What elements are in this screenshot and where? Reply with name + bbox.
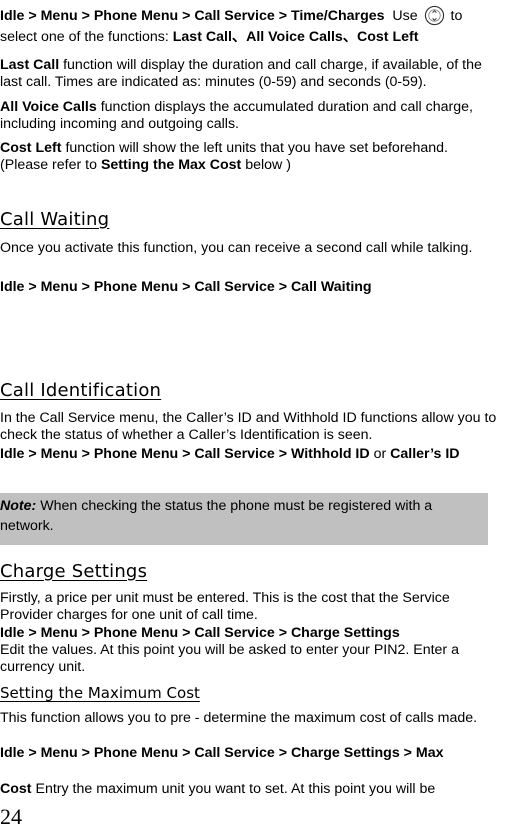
note-paragraph: Note: When checking the status the phone… xyxy=(0,493,488,536)
functions-list: Last Call、All Voice Calls、Cost Left xyxy=(172,29,419,45)
refer-prefix: (Please refer to xyxy=(0,157,97,173)
charge-settings-heading: Charge Settings xyxy=(0,561,148,582)
or-text: or xyxy=(373,446,387,462)
call-identification-path: Idle > Menu > Phone Menu > Call Service … xyxy=(0,446,500,463)
charge-settings-path-text: Idle > Menu > Phone Menu > Call Service … xyxy=(0,625,400,641)
last-call-term: Last Call xyxy=(0,57,60,73)
call-identification-heading: Call Identification xyxy=(0,380,162,401)
cost-entry-text: Entry the maximum unit you want to set. … xyxy=(35,781,436,797)
page-number: 24 xyxy=(0,804,22,829)
last-call-paragraph: Last Call function will display the dura… xyxy=(0,57,500,91)
call-waiting-path-text: Idle > Menu > Phone Menu > Call Service … xyxy=(0,279,372,295)
call-identification-text: In the Call Service menu, the Caller’s I… xyxy=(0,410,497,443)
cost-left-term: Cost Left xyxy=(0,140,62,156)
charge-settings-text: Firstly, a price per unit must be entere… xyxy=(0,590,450,623)
refer-link: Setting the Max Cost xyxy=(100,157,242,173)
max-cost-path-text: Idle > Menu > Phone Menu > Call Service … xyxy=(0,745,444,761)
cost-left-text: function will show the left units that y… xyxy=(65,140,448,156)
to-text: to xyxy=(450,8,463,24)
max-cost-heading: Setting the Maximum Cost xyxy=(0,684,200,702)
refer-suffix: below ) xyxy=(245,157,291,173)
note-label: Note: xyxy=(0,498,37,514)
select-text: select one of the functions: xyxy=(0,29,169,45)
all-voice-calls-paragraph: All Voice Calls function displays the ac… xyxy=(0,99,500,133)
max-cost-entry: Cost Entry the maximum unit you want to … xyxy=(0,781,500,798)
cost-left-paragraph: Cost Left function will show the left un… xyxy=(0,140,500,174)
cost-term: Cost xyxy=(0,781,32,797)
callers-id-path: Caller’s ID xyxy=(390,446,460,462)
nav-key-icon xyxy=(424,5,444,26)
call-waiting-heading: Call Waiting xyxy=(0,209,110,230)
max-cost-text: This function allows you to pre - determ… xyxy=(0,710,478,726)
charge-settings-text2: Edit the values. At this point you will … xyxy=(0,642,459,675)
time-charges-path: Idle > Menu > Phone Menu > Call Service … xyxy=(0,8,385,24)
call-waiting-text: Once you activate this function, you can… xyxy=(0,240,473,256)
last-call-text: function will display the duration and c… xyxy=(0,57,482,90)
all-voice-calls-term: All Voice Calls xyxy=(0,99,97,115)
use-text: Use xyxy=(392,8,418,24)
time-charges-intro: Idle > Menu > Phone Menu > Call Service … xyxy=(0,5,500,48)
withhold-id-path: Idle > Menu > Phone Menu > Call Service … xyxy=(0,446,370,462)
call-waiting-path: Idle > Menu > Phone Menu > Call Service … xyxy=(0,279,500,296)
charge-settings-path: Idle > Menu > Phone Menu > Call Service … xyxy=(0,625,500,642)
note-box: Note: When checking the status the phone… xyxy=(0,493,488,545)
note-text: When checking the status the phone must … xyxy=(0,498,433,534)
max-cost-path: Idle > Menu > Phone Menu > Call Service … xyxy=(0,745,500,762)
